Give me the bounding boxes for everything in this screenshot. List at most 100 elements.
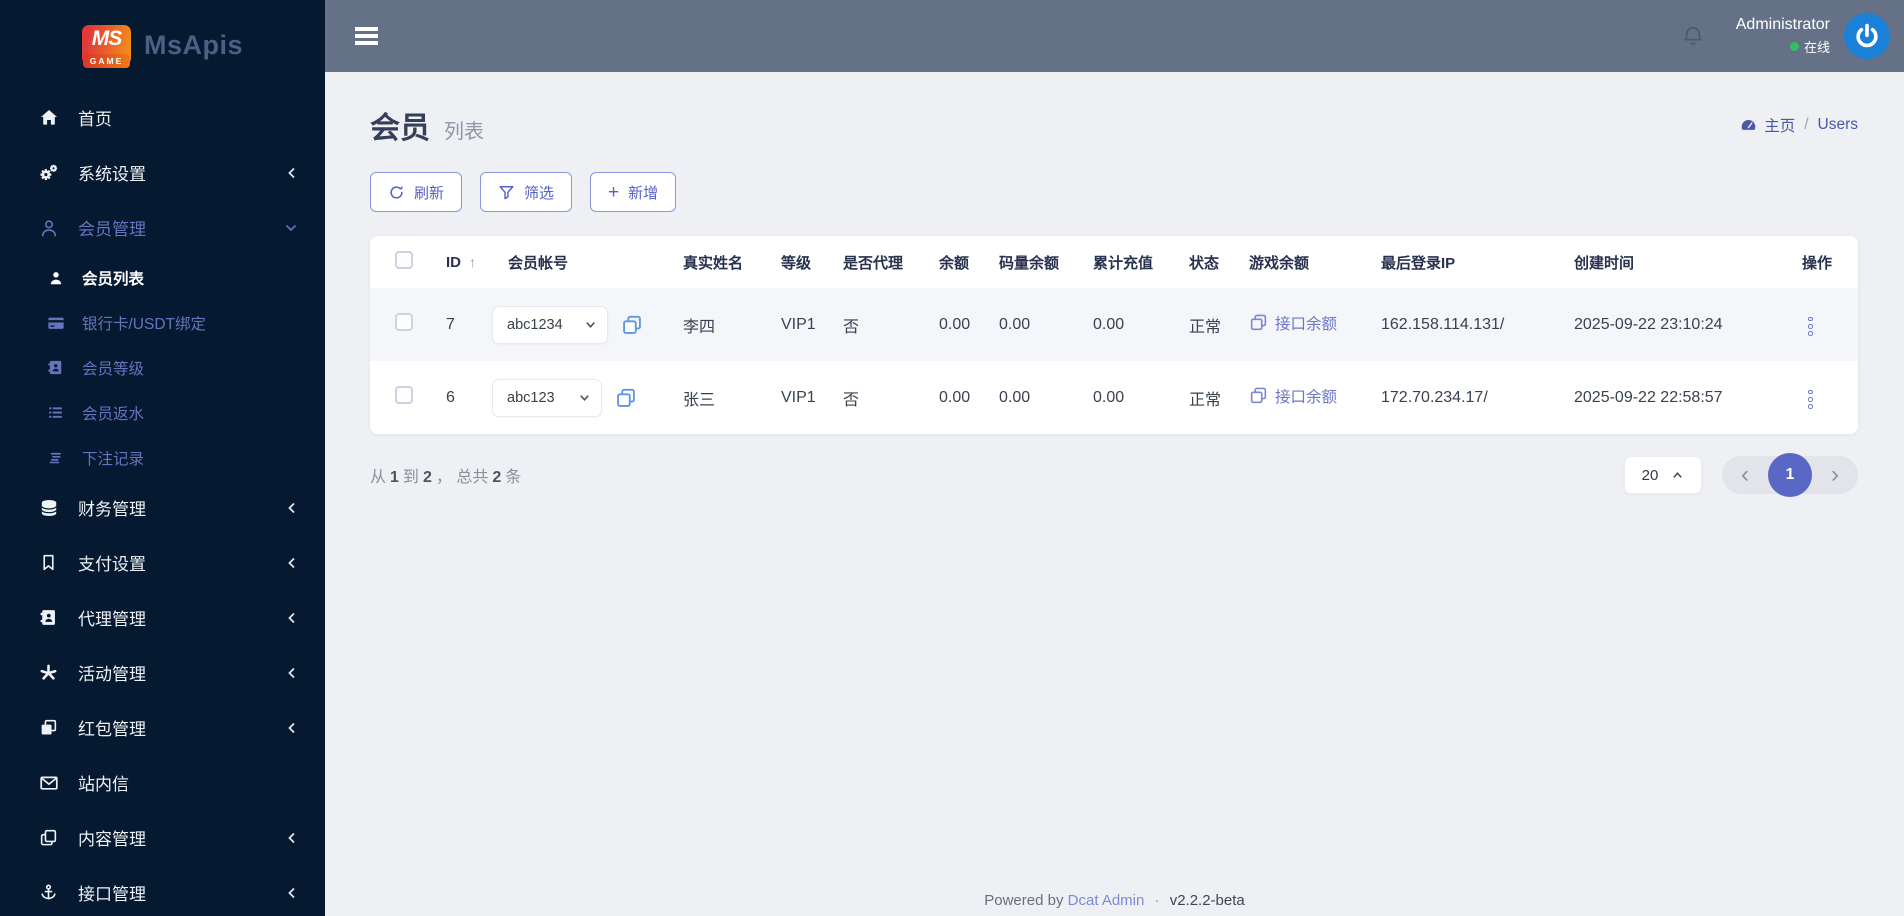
column-header-is-agent: 是否代理: [843, 254, 904, 272]
sidebar-item-label: 接口管理: [78, 885, 146, 904]
column-header-level: 等级: [781, 254, 812, 272]
page-content: 会员 列表 主页 / Users 刷新 筛选 + 新增 ID ↑ 会员帐号 真实…: [325, 72, 1904, 916]
copy-account-icon[interactable]: [615, 387, 637, 409]
sidebar-item-payment-settings[interactable]: 支付设置: [0, 535, 325, 590]
prev-page-button[interactable]: ‹: [1739, 463, 1751, 487]
topbar: Administrator 在线: [325, 0, 1904, 72]
sort-asc-icon[interactable]: ↑: [469, 254, 476, 270]
breadcrumb-home-link[interactable]: 主页: [1740, 114, 1795, 136]
add-button[interactable]: + 新增: [590, 172, 677, 212]
sidebar-item-api-management[interactable]: 接口管理: [0, 865, 325, 916]
filter-button[interactable]: 筛选: [480, 172, 573, 212]
sidebar-toggle-button[interactable]: [351, 23, 382, 49]
chevron-down-icon: [284, 221, 298, 234]
online-status: 在线: [1736, 37, 1830, 56]
power-icon: [1852, 21, 1882, 51]
table-row: 6 abc123 张三 VIP1 否 0.00 0.00 0.00 正常 接口余…: [370, 361, 1858, 434]
sidebar-item-label: 财务管理: [78, 500, 146, 519]
sidebar-item-label: 会员等级: [82, 360, 145, 378]
user-outline-icon: [37, 218, 60, 238]
copy-icon: [1249, 386, 1268, 405]
cell-level: VIP1: [781, 388, 816, 406]
dcat-admin-link[interactable]: Dcat Admin: [1068, 892, 1145, 909]
row-actions-kebab-icon[interactable]: [1802, 385, 1819, 414]
page-footer: Powered by Dcat Admin · v2.2.2-beta: [325, 892, 1904, 909]
cell-real-name: 李四: [683, 318, 716, 336]
sidebar-item-member-rebate[interactable]: 会员返水: [0, 390, 325, 435]
page-subtitle: 列表: [444, 121, 484, 143]
sidebar-item-label: 会员返水: [82, 405, 145, 423]
sidebar-item-bet-records[interactable]: 下注记录: [0, 435, 325, 480]
column-header-total-deposit: 累计充值: [1093, 254, 1154, 272]
avatar[interactable]: [1844, 13, 1890, 59]
page-size-select[interactable]: 20: [1624, 456, 1702, 494]
toolbar: 刷新 筛选 + 新增: [370, 172, 1858, 212]
current-page-button[interactable]: 1: [1768, 453, 1812, 497]
sidebar-item-activity-management[interactable]: 活动管理: [0, 645, 325, 700]
sidebar-item-label: 站内信: [78, 775, 129, 794]
online-dot-icon: [1789, 42, 1799, 51]
sidebar-item-member-management[interactable]: 会员管理: [0, 200, 325, 255]
list-icon: [46, 404, 65, 421]
game-balance-link[interactable]: 接口余额: [1249, 312, 1337, 334]
column-header-id[interactable]: ID ↑: [420, 236, 490, 288]
refresh-button[interactable]: 刷新: [370, 172, 463, 212]
sidebar-item-redpacket-management[interactable]: 红包管理: [0, 700, 325, 755]
sidebar-item-member-list[interactable]: 会员列表: [0, 255, 325, 300]
row-checkbox[interactable]: [395, 313, 413, 331]
sidebar-item-system-settings[interactable]: 系统设置: [0, 145, 325, 200]
sidebar-item-content-management[interactable]: 内容管理: [0, 810, 325, 865]
sidebar-item-agent-management[interactable]: 代理管理: [0, 590, 325, 645]
pager: ‹ 1 ›: [1722, 453, 1858, 497]
sidebar-item-member-level[interactable]: 会员等级: [0, 345, 325, 390]
column-header-status: 状态: [1189, 254, 1220, 272]
game-balance-link[interactable]: 接口余额: [1249, 385, 1337, 407]
copy-account-icon[interactable]: [621, 314, 643, 336]
refresh-icon: [388, 184, 405, 201]
next-page-button[interactable]: ›: [1829, 463, 1841, 487]
cell-balance: 0.00: [939, 388, 971, 406]
account-select[interactable]: abc1234: [492, 305, 608, 344]
sidebar-item-bank-usdt[interactable]: 银行卡/USDT绑定: [0, 300, 325, 345]
sidebar-item-label: 会员列表: [82, 270, 145, 288]
app-name: MsApis: [143, 29, 244, 60]
username: Administrator: [1735, 16, 1830, 33]
footer-separator: ·: [1154, 892, 1160, 909]
address-book-icon: [46, 359, 65, 376]
column-header-account: 会员帐号: [508, 254, 569, 272]
column-header-last-login-ip: 最后登录IP: [1381, 254, 1456, 272]
sidebar-item-label: 会员管理: [78, 220, 146, 239]
column-header-balance: 余额: [939, 254, 970, 272]
cell-actions: [1784, 288, 1858, 361]
row-checkbox[interactable]: [395, 386, 413, 404]
bookmark-icon: [37, 553, 60, 572]
cell-id: 7: [446, 315, 455, 333]
anchor-icon: [37, 883, 60, 902]
account-select[interactable]: abc123: [492, 378, 602, 417]
cell-game-balance: 接口余额: [1231, 288, 1363, 361]
account-select-value: abc1234: [507, 316, 563, 333]
sidebar-item-finance[interactable]: 财务管理: [0, 480, 325, 535]
breadcrumb-home-label: 主页: [1764, 118, 1796, 135]
chevron-left-icon: [285, 556, 298, 570]
account-select-value: abc123: [507, 389, 555, 406]
brand-logo[interactable]: MS GAME MsApis: [0, 0, 325, 90]
chevron-left-icon: [285, 721, 298, 735]
address-book-icon: [37, 608, 60, 627]
page-title: 会员: [370, 112, 430, 145]
row-actions-kebab-icon[interactable]: [1802, 312, 1819, 341]
chevron-left-icon: [285, 611, 298, 625]
add-label: 新增: [628, 184, 659, 202]
online-label: 在线: [1803, 40, 1830, 55]
notifications-bell-icon[interactable]: [1680, 23, 1706, 49]
cell-status: 正常: [1189, 391, 1222, 409]
sidebar-item-home[interactable]: 首页: [0, 90, 325, 145]
footer-version: v2.2.2-beta: [1169, 892, 1245, 909]
select-all-checkbox[interactable]: [395, 251, 413, 269]
clone-boxes-icon: [37, 718, 60, 737]
user-menu[interactable]: Administrator 在线: [1736, 16, 1830, 56]
cell-level: VIP1: [781, 315, 816, 333]
user-solid-icon: [46, 270, 65, 286]
dashboard-icon: [1740, 117, 1757, 134]
sidebar-item-site-mail[interactable]: 站内信: [0, 755, 325, 810]
